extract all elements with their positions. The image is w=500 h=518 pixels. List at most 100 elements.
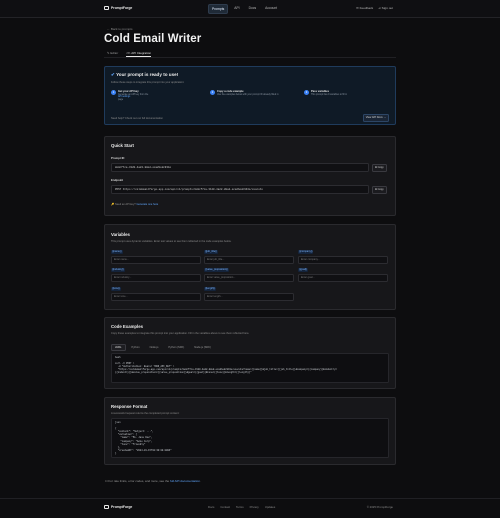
view-api-docs-button[interactable]: View API Docs →: [362, 114, 389, 122]
nav-item-prompts[interactable]: Prompts: [208, 4, 229, 14]
variables-subtitle: This prompt uses dynamic variables. Ente…: [111, 240, 232, 243]
variable-input-name[interactable]: Enter name...: [111, 256, 201, 264]
variable-input-industry[interactable]: Enter industry...: [111, 274, 201, 282]
step-desc: This prompt has 9 variables to fill in: [311, 94, 347, 96]
api-settings-link[interactable]: API settings: [118, 96, 130, 98]
footer-app-name: PromptForge: [111, 505, 133, 509]
variable-input-tone[interactable]: Enter tone...: [111, 293, 201, 301]
response-code-block[interactable]: json { "content": "Subject: ...", "varia…: [111, 418, 389, 458]
copy-label: Copy: [377, 188, 384, 191]
ready-title: ✔ Your prompt is ready to use!: [111, 72, 178, 78]
endpoint-label: Endpoint: [111, 178, 124, 182]
footer-link-updates[interactable]: Updates: [265, 505, 275, 509]
variable-label-goal: {{goal}}: [298, 268, 309, 272]
quick-start-card: Quick Start Prompt ID 8e8cf7ca-3120-4a22…: [104, 136, 396, 216]
step-1: 1 Get your API key Generate an API key f…: [111, 90, 148, 101]
full-api-docs-link[interactable]: full API documentation: [170, 479, 200, 483]
check-circle-icon: ✔: [111, 72, 115, 77]
page-title: Cold Email Writer: [104, 33, 202, 45]
code-examples-title: Code Examples: [111, 324, 144, 329]
nav-item-account[interactable]: Account: [262, 4, 280, 14]
help-text: Need help? Check out our full documentat…: [111, 117, 163, 120]
step-number: 2: [210, 90, 215, 95]
signout-icon: ⇥: [378, 6, 381, 10]
generate-key-link[interactable]: Generate one here: [136, 203, 158, 206]
tab-python[interactable]: Python: [128, 344, 144, 351]
footer-copyright: © 2025 PromptForge: [366, 505, 393, 509]
top-right-actions: ✉ Feedback ⇥ Sign out: [356, 6, 393, 10]
tab-python-sdk[interactable]: Python (SDK): [164, 344, 188, 351]
variable-label-tone: {{tone}}: [111, 287, 122, 291]
variable-label-company: {{company}}: [298, 250, 314, 254]
copy-label: Copy: [377, 166, 384, 169]
variable-label-name: {{name}}: [111, 250, 123, 254]
quick-start-title: Quick Start: [111, 143, 134, 148]
footer-link-docs[interactable]: Docs: [208, 505, 214, 509]
signout-link[interactable]: ⇥ Sign out: [378, 6, 393, 10]
breadcrumb-back-link[interactable]: ← Back to prompts: [107, 27, 133, 31]
variable-label-value-proposition: {{value_proposition}}: [204, 268, 229, 272]
step-text: Get your API key Generate an API key fro…: [118, 90, 148, 101]
copy-prompt-id-button[interactable]: ⧉ Copy: [372, 164, 387, 172]
footer-link-terms[interactable]: Terms: [236, 505, 244, 509]
app-name: PromptForge: [111, 6, 133, 10]
nav-item-docs[interactable]: Docs: [246, 4, 260, 14]
response-format-subtitle: A successful request returns the complet…: [111, 412, 180, 415]
tabs-divider: [104, 57, 396, 58]
step-title: Pass variables: [311, 90, 330, 93]
tab-nodejs[interactable]: Node.js: [146, 344, 163, 351]
code-examples-subtitle: Copy these examples to integrate this pr…: [111, 332, 250, 335]
app-logo[interactable]: PromptForge: [104, 6, 132, 10]
step-title: Copy a code example: [217, 90, 244, 93]
step-desc: Use the examples below with your prompt …: [217, 94, 279, 96]
variable-input-job-title[interactable]: Enter job_title...: [204, 256, 294, 264]
feedback-label: Feedback: [359, 6, 374, 10]
variable-label-length: {{length}}: [204, 287, 217, 291]
response-format-title: Response Format: [111, 404, 148, 409]
need-key-pre: 🔑 Need an API key?: [111, 203, 137, 206]
tab-editor-label: Editor: [110, 51, 119, 55]
tab-api-label: API Integration: [131, 51, 152, 55]
variable-label-job-title: {{job_title}}: [204, 250, 218, 254]
footer-links: Docs Contact Terms Privacy Updates: [208, 505, 275, 509]
step-3: 3 Pass variables This prompt has 9 varia…: [304, 90, 347, 96]
step-desc: Generate an API key from the API setting…: [118, 94, 148, 101]
curl-code-block[interactable]: bash curl -X POST \ -H "Authorization: B…: [111, 353, 389, 383]
top-navigation-bar: PromptForge Prompts API Docs Account ✉ F…: [0, 0, 500, 18]
footer-logo[interactable]: PromptForge: [104, 505, 132, 509]
prompt-id-label: Prompt ID: [111, 156, 125, 160]
signout-label: Sign out: [381, 6, 393, 10]
footer: PromptForge Docs Contact Terms Privacy U…: [0, 498, 500, 518]
variable-input-company[interactable]: Enter company...: [298, 256, 388, 264]
tab-nodejs-sdk[interactable]: Node.js (SDK): [190, 344, 215, 351]
nav-item-api[interactable]: API: [231, 4, 242, 14]
step-text: Pass variables This prompt has 9 variabl…: [311, 90, 347, 96]
message-icon: ✉: [356, 6, 359, 10]
copy-endpoint-button[interactable]: ⧉ Copy: [372, 186, 387, 194]
api-docs-note: ⊡ For rate limits, error codes, and more…: [105, 479, 201, 483]
step-number: 3: [304, 90, 309, 95]
variables-title: Variables: [111, 232, 130, 237]
variable-input-value-proposition[interactable]: Enter value_proposition...: [204, 274, 294, 282]
logo-icon: [104, 505, 109, 509]
prompt-id-field[interactable]: 8e8cf7ca-3120-4a22-88ed-eca2bedc934e: [111, 163, 369, 172]
endpoint-field[interactable]: POST https://coldemailforge-app.com/api/…: [111, 185, 369, 194]
footer-link-contact[interactable]: Contact: [220, 505, 230, 509]
language-tabs: cURL Python Node.js Python (SDK) Node.js…: [111, 344, 215, 351]
tab-curl[interactable]: cURL: [111, 344, 126, 351]
variable-input-goal[interactable]: Enter goal...: [298, 274, 388, 282]
variable-input-length[interactable]: Enter length...: [204, 293, 294, 301]
step-desc-post: page: [118, 99, 124, 101]
api-note-post: .: [199, 479, 201, 483]
copy-icon: ⧉: [375, 188, 377, 191]
footer-link-privacy[interactable]: Privacy: [250, 505, 259, 509]
step-title: Get your API key: [118, 90, 139, 93]
need-api-key-text: 🔑 Need an API key? Generate one here: [111, 203, 158, 206]
ready-title-text: Your prompt is ready to use!: [116, 72, 179, 77]
step-number: 1: [111, 90, 116, 95]
copy-icon: ⧉: [375, 166, 377, 169]
step-text: Copy a code example Use the examples bel…: [217, 90, 279, 96]
step-2: 2 Copy a code example Use the examples b…: [210, 90, 279, 96]
main-nav: Prompts API Docs Account: [208, 4, 280, 14]
feedback-link[interactable]: ✉ Feedback: [356, 6, 373, 10]
